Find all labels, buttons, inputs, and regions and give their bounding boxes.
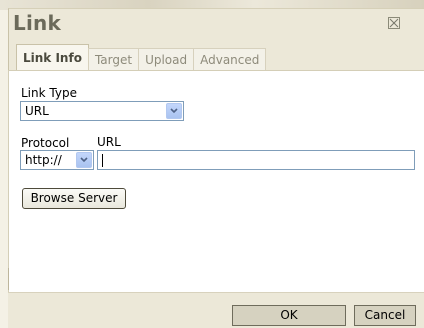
- ok-button[interactable]: OK: [232, 305, 346, 326]
- cancel-button[interactable]: Cancel: [354, 305, 416, 326]
- page: Link Link Info Target Upload Advanced Li…: [0, 0, 424, 328]
- panel-left-edge: [8, 268, 9, 290]
- tab-bar: Link Info Target Upload Advanced: [16, 44, 267, 70]
- browse-server-button[interactable]: Browse Server: [22, 188, 126, 209]
- close-icon: [389, 18, 399, 28]
- url-label: URL: [97, 135, 121, 149]
- text-caret: [102, 154, 103, 167]
- tab-link-info[interactable]: Link Info: [16, 44, 89, 70]
- tab-upload[interactable]: Upload: [138, 48, 195, 70]
- close-button[interactable]: [388, 17, 400, 29]
- protocol-label: Protocol: [21, 136, 70, 150]
- tab-target[interactable]: Target: [87, 48, 140, 70]
- protocol-dropdown-button[interactable]: [76, 152, 92, 168]
- link-type-value: URL: [25, 104, 49, 118]
- protocol-value: http://: [25, 153, 62, 167]
- tab-advanced[interactable]: Advanced: [193, 48, 267, 70]
- dialog-footer: OK Cancel: [8, 292, 424, 328]
- dialog-title: Link: [13, 11, 61, 35]
- url-input[interactable]: [97, 150, 415, 170]
- protocol-select[interactable]: http://: [20, 150, 94, 170]
- link-type-select[interactable]: URL: [20, 101, 184, 121]
- link-type-dropdown-button[interactable]: [166, 103, 182, 119]
- link-type-label: Link Type: [21, 86, 77, 100]
- chevron-down-icon: [170, 108, 178, 114]
- chevron-down-icon: [80, 157, 88, 163]
